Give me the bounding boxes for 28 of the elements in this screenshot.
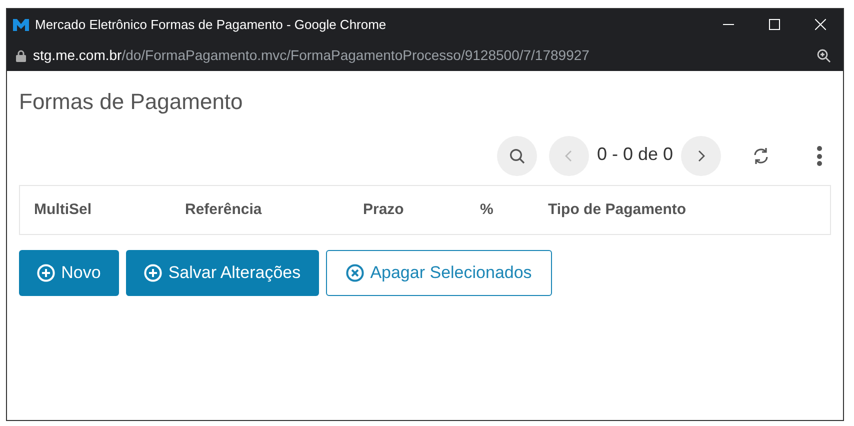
page-title: Formas de Pagamento: [19, 88, 244, 116]
window-title: Mercado Eletrônico Formas de Pagamento - Google Chrome: [35, 16, 386, 34]
url-path: /do/FormaPagamento.mvc/FormaPagamentoProcesso/9128500/7/1789927: [122, 46, 590, 65]
action-button[interactable]: Apagar Selecionados: [326, 250, 552, 296]
chevron-left-icon: [564, 150, 573, 162]
chevron-right-icon: [697, 150, 705, 162]
pagination-range: 0 - 0 de 0: [596, 142, 673, 166]
x-circle-icon: [346, 264, 364, 282]
refresh-button[interactable]: [751, 146, 771, 166]
plus-circle-icon: [37, 264, 56, 282]
column-header[interactable]: MultiSel: [34, 198, 185, 222]
action-button[interactable]: Novo: [19, 250, 119, 296]
column-header[interactable]: %: [480, 198, 548, 222]
url-host: stg.me.com.br: [33, 46, 122, 65]
action-button[interactable]: Salvar Alterações: [126, 250, 319, 296]
maximize-icon: [768, 19, 780, 30]
search-icon: [508, 148, 525, 164]
app-logo-icon: [13, 18, 29, 30]
column-header[interactable]: Prazo: [363, 198, 480, 222]
column-header[interactable]: Tipo de Pagamento: [548, 198, 748, 222]
zoom-icon[interactable]: [817, 48, 831, 62]
lock-icon: [16, 50, 26, 62]
plus-circle-icon: [144, 264, 162, 282]
close-icon: [814, 19, 826, 30]
search-button[interactable]: [496, 136, 537, 176]
refresh-icon: [752, 147, 770, 165]
column-header[interactable]: Referência: [185, 198, 363, 222]
more-options-button[interactable]: [815, 145, 823, 167]
